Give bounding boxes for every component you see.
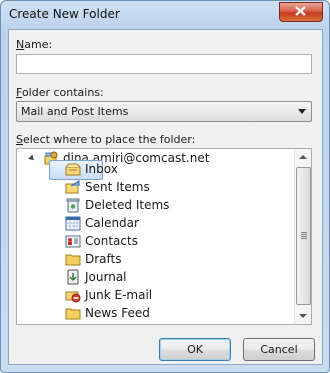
grip-icon [301,232,307,240]
vertical-scrollbar[interactable] [294,149,311,324]
window-title: Create New Folder [9,7,120,21]
title-bar: Create New Folder [1,1,329,27]
journal-icon [67,269,79,285]
folder-contains-value: Mail and Post Items [21,105,129,118]
tree-item-label: Drafts [85,252,122,266]
folder-contains-select[interactable]: Mail and Post Items [16,101,312,122]
folder-icon [65,308,81,320]
location-label: Select where to place the folder: [16,133,196,146]
folder-contains-label: Folder contains: [16,86,104,99]
tree-item-label: Sent Items [85,180,150,194]
chevron-down-icon [298,109,306,114]
tree-item-label: Deleted Items [85,198,170,212]
close-icon [295,6,306,16]
cancel-button[interactable]: Cancel [243,338,315,361]
junk-mail-icon [65,291,81,303]
tree-item-label: Calendar [85,216,139,230]
tree-item-label: News Feed [85,306,150,320]
scroll-down-button[interactable] [295,308,311,324]
name-input[interactable] [16,54,312,74]
scroll-up-button[interactable] [295,149,311,165]
ok-button[interactable]: OK [159,338,231,361]
tree-item-label: Contacts [85,234,138,248]
tree-item-label: Journal [85,270,127,284]
tree-item-label: Junk E-mail [85,288,153,302]
tree-item-label: Inbox [85,162,118,176]
create-new-folder-dialog: Create New Folder Name: Folder contains:… [0,0,330,373]
calendar-icon [65,216,81,231]
contacts-icon [65,235,81,248]
sent-items-icon [65,180,80,194]
close-button[interactable] [279,2,323,22]
name-label: Name: [16,38,53,51]
folder-tree[interactable]: dina.amiri@comcast.net Inbox Sent Items [16,148,312,325]
folder-icon [65,254,81,266]
dialog-body: Name: Folder contains: Mail and Post Ite… [8,29,323,365]
collapse-icon[interactable] [28,154,36,163]
trash-icon [66,198,80,213]
inbox-icon [65,163,81,176]
scroll-thumb[interactable] [296,167,311,305]
